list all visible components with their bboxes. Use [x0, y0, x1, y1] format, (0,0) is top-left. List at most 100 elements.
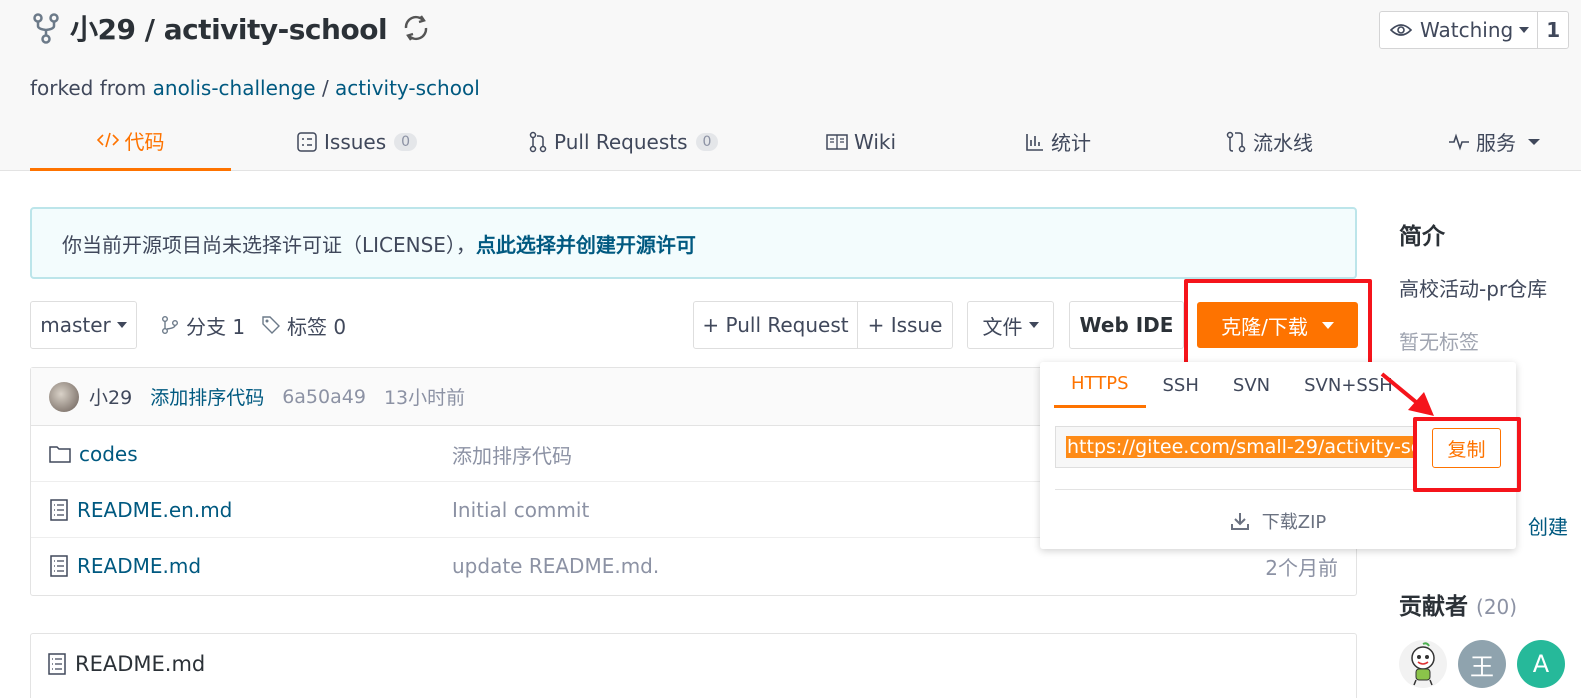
download-zip-label: 下载ZIP: [1261, 512, 1327, 533]
tag-icon: [262, 316, 280, 334]
watch-count[interactable]: 1: [1538, 12, 1568, 48]
highlight-box-copy: [1413, 417, 1521, 492]
tab-service[interactable]: 服务: [1448, 112, 1540, 171]
branch-select[interactable]: master: [30, 301, 137, 349]
pull-request-icon: [528, 131, 548, 153]
forked-from: forked from anolis-challenge / activity-…: [30, 76, 480, 100]
forked-sep: /: [315, 76, 336, 100]
tab-ssh[interactable]: SSH: [1146, 362, 1216, 408]
tab-label: Pull Requests: [554, 129, 688, 154]
commit-time: 13小时前: [383, 387, 466, 409]
pipeline-icon: [1225, 131, 1247, 153]
repo-title[interactable]: 小29 / activity-school: [70, 8, 388, 48]
file-name: codes: [79, 442, 138, 466]
fork-icon: [33, 13, 59, 44]
tags-link[interactable]: 标签 0: [261, 301, 346, 349]
clone-url-text: https://gitee.com/small-29/activity-scho…: [1066, 436, 1414, 458]
service-icon: [1448, 132, 1470, 151]
chevron-down-icon: [1028, 322, 1039, 328]
watch-label: Watching: [1420, 18, 1514, 42]
contributors-heading-text: 贡献者: [1399, 594, 1468, 620]
avatar[interactable]: [1399, 640, 1447, 688]
cartoon-avatar-icon: [1411, 642, 1435, 686]
tags-count: 标签 0: [287, 314, 347, 339]
tab-pipeline[interactable]: 流水线: [1225, 112, 1313, 171]
license-create-link[interactable]: 点此选择并创建开源许可: [476, 229, 696, 258]
license-notice: 你当前开源项目尚未选择许可证（LICENSE）， 点此选择并创建开源许可: [30, 207, 1357, 279]
tab-stats[interactable]: 统计: [1025, 112, 1091, 171]
readme-panel: README.md: [30, 633, 1357, 698]
avatar[interactable]: 王: [1458, 640, 1506, 688]
chevron-down-icon: [1528, 138, 1540, 145]
readme-title-text: README.md: [75, 652, 206, 676]
file-icon: [50, 499, 68, 521]
issues-icon: [296, 131, 318, 153]
tab-label: Wiki: [854, 129, 897, 154]
file-name-link[interactable]: codes: [49, 426, 138, 482]
chevron-down-icon: [1519, 27, 1530, 33]
sync-icon[interactable]: [399, 11, 433, 45]
branches-link[interactable]: 分支 1: [160, 301, 245, 349]
commit-author[interactable]: 小29: [89, 383, 132, 410]
new-issue-button[interactable]: + Issue: [857, 301, 953, 349]
branch-label: master: [40, 313, 111, 337]
repo-tabs: 代码 Issues 0 Pull Requests 0 Wiki 统计 流水线 …: [30, 112, 1581, 171]
forked-prefix: forked from: [30, 76, 153, 100]
download-icon: [1230, 513, 1249, 530]
file-icon: [50, 555, 68, 577]
web-ide-button[interactable]: Web IDE: [1069, 301, 1184, 349]
issues-count-badge: 0: [394, 132, 418, 151]
repo-title-row: 小29 / activity-school: [30, 8, 433, 48]
chevron-down-icon: [116, 322, 127, 328]
commit-hash[interactable]: 6a50a49: [282, 386, 366, 408]
tab-pull-requests[interactable]: Pull Requests 0: [528, 112, 719, 171]
code-icon: [96, 131, 119, 149]
download-zip-link[interactable]: 下载ZIP: [1040, 502, 1516, 540]
clone-protocol-tabs: HTTPS SSH SVN SVN+SSH: [1054, 362, 1410, 408]
forked-owner-link[interactable]: anolis-challenge: [153, 76, 316, 100]
wiki-icon: [826, 133, 848, 151]
readme-title: README.md: [47, 652, 205, 676]
folder-icon: [49, 446, 71, 463]
file-menu-button[interactable]: 文件: [967, 301, 1054, 349]
tab-code[interactable]: 代码: [30, 112, 231, 171]
intro-heading: 简介: [1399, 224, 1445, 250]
repo-header: 小29 / activity-school Watching 1 forked …: [0, 0, 1581, 171]
tab-label: 流水线: [1253, 131, 1313, 155]
eye-icon: [1390, 24, 1412, 36]
contributors-heading: 贡献者 (20): [1399, 587, 1517, 621]
tab-svn[interactable]: SVN: [1216, 362, 1287, 408]
clone-url-input[interactable]: https://gitee.com/small-29/activity-scho…: [1055, 426, 1415, 468]
avatar[interactable]: A: [1517, 640, 1565, 688]
tab-label: 服务: [1476, 131, 1516, 155]
file-name-link[interactable]: README.en.md: [49, 482, 232, 538]
create-link[interactable]: 创建: [1528, 511, 1568, 540]
forked-repo-link[interactable]: activity-school: [335, 76, 480, 100]
tab-issues[interactable]: Issues 0: [296, 112, 418, 171]
file-icon: [48, 653, 66, 675]
stats-icon: [1025, 132, 1045, 152]
tab-label: 统计: [1051, 131, 1091, 155]
pr-count-badge: 0: [695, 132, 719, 151]
file-menu-label: 文件: [982, 314, 1023, 339]
contributors-count: (20): [1476, 595, 1518, 619]
branch-icon: [162, 316, 178, 334]
tab-wiki[interactable]: Wiki: [826, 112, 896, 171]
tab-label: Issues: [324, 129, 387, 154]
new-pull-request-button[interactable]: + Pull Request: [693, 301, 858, 349]
watch-button-group: Watching 1: [1379, 11, 1570, 49]
tab-label: 代码: [124, 129, 165, 154]
commit-message[interactable]: 添加排序代码: [150, 383, 264, 410]
annotation-arrow-icon: [1380, 372, 1434, 416]
watch-button[interactable]: Watching: [1380, 12, 1539, 48]
no-tags-label: 暂无标签: [1399, 330, 1479, 354]
tab-https[interactable]: HTTPS: [1054, 362, 1146, 408]
repo-description: 高校活动-pr仓库: [1399, 277, 1548, 301]
file-commit-message[interactable]: 添加排序代码: [452, 426, 572, 482]
file-commit-message[interactable]: update README.md.: [452, 538, 659, 594]
branches-count: 分支 1: [186, 314, 246, 339]
license-text: 你当前开源项目尚未选择许可证（LICENSE），: [62, 232, 476, 257]
file-name-link[interactable]: README.md: [49, 538, 201, 594]
file-commit-message[interactable]: Initial commit: [452, 482, 589, 538]
avatar[interactable]: [49, 381, 79, 412]
